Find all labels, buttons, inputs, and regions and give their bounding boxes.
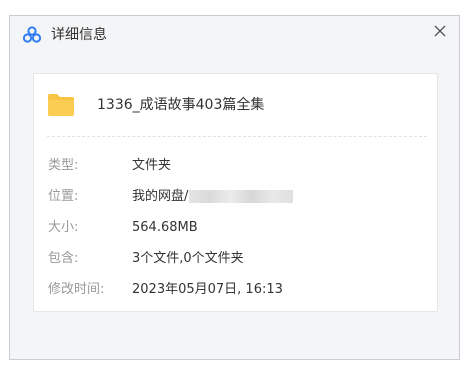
property-size: 大小: 564.68MB (34, 212, 437, 243)
divider (47, 136, 427, 137)
details-card: 1336_成语故事403篇全集 类型: 文件夹 位置: 我的网盘/ 大小: 56… (33, 73, 438, 312)
property-value: 文件夹 (132, 158, 172, 173)
property-label: 类型: (48, 158, 79, 173)
property-value: 564.68MB (132, 220, 198, 235)
close-icon (434, 25, 446, 37)
baidu-netdisk-logo-icon (22, 25, 42, 45)
property-label: 包含: (48, 251, 79, 266)
property-type: 类型: 文件夹 (34, 150, 437, 181)
dialog-titlebar: 详细信息 (10, 16, 459, 56)
location-path: 我的网盘/ (132, 189, 189, 204)
close-button[interactable] (429, 20, 451, 42)
property-modified: 修改时间: 2023年05月07日, 16:13 (34, 274, 437, 305)
property-contents: 包含: 3个文件,0个文件夹 (34, 243, 437, 274)
folder-icon (47, 93, 75, 117)
property-value-wrap: 我的网盘/ (132, 181, 294, 212)
file-header: 1336_成语故事403篇全集 (34, 74, 437, 136)
file-name: 1336_成语故事403篇全集 (97, 97, 265, 113)
property-value: 2023年05月07日, 16:13 (132, 282, 283, 297)
property-value: 3个文件,0个文件夹 (132, 251, 244, 266)
properties-list: 类型: 文件夹 位置: 我的网盘/ 大小: 564.68MB 包含: 3个文件,… (34, 150, 437, 305)
property-label: 位置: (48, 189, 79, 204)
property-label: 修改时间: (48, 282, 105, 297)
property-location: 位置: 我的网盘/ (34, 181, 437, 212)
redacted-path (189, 190, 294, 203)
property-label: 大小: (48, 220, 79, 235)
details-dialog: 详细信息 1336_成语故事403篇全集 类型: 文件夹 位置: 我的网盘/ 大… (9, 15, 460, 360)
dialog-title: 详细信息 (51, 27, 107, 43)
